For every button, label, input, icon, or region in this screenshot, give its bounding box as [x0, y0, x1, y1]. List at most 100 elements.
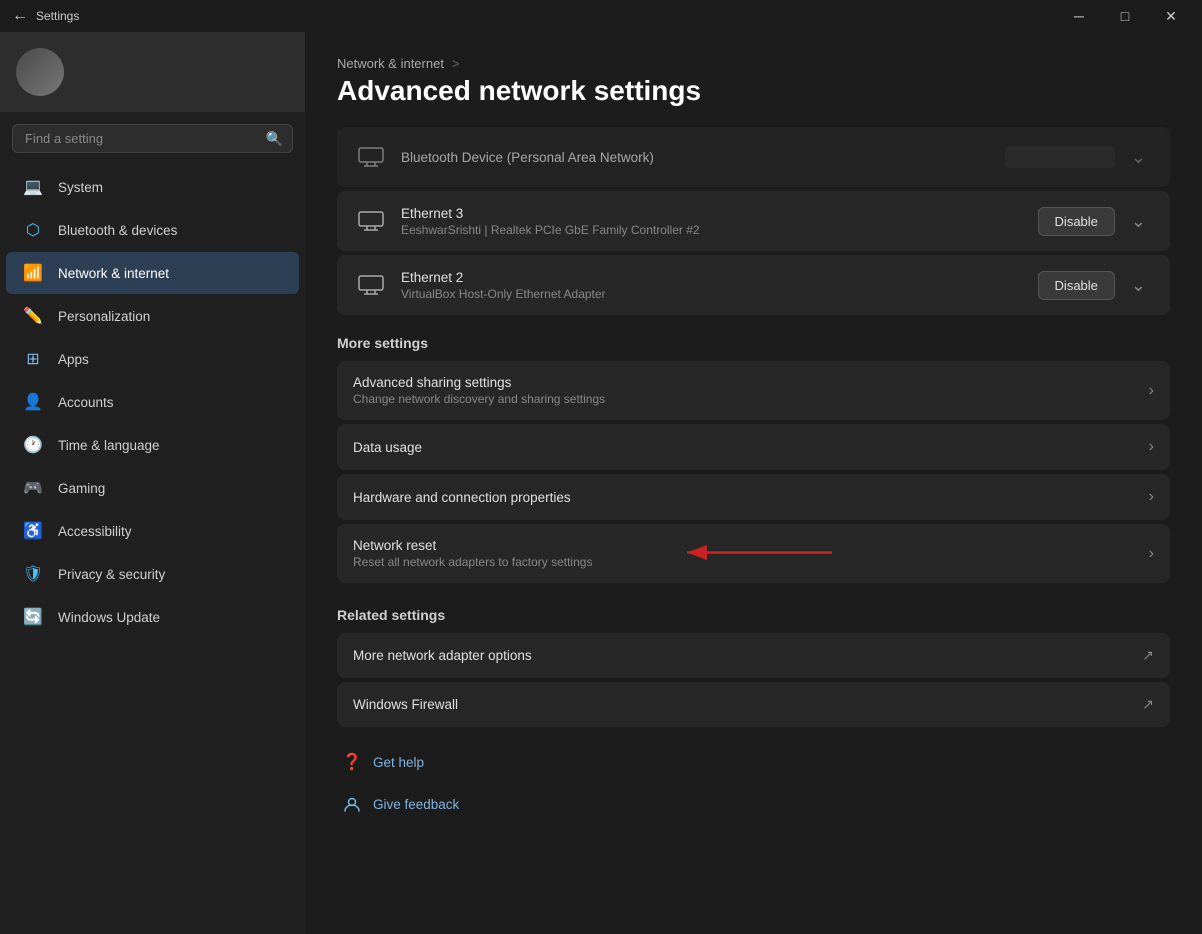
page-title: Advanced network settings — [337, 75, 1170, 107]
sidebar-item-accounts[interactable]: 👤 Accounts — [6, 381, 299, 423]
network-reset-right: › — [1149, 545, 1154, 563]
advanced-sharing-right: › — [1149, 382, 1154, 400]
ethernet2-disable-button[interactable]: Disable — [1038, 271, 1115, 300]
ethernet2-icon — [353, 267, 389, 303]
breadcrumb-separator: > — [452, 56, 460, 71]
maximize-button[interactable]: □ — [1102, 0, 1148, 32]
network-reset-subtitle: Reset all network adapters to factory se… — [353, 555, 1149, 569]
back-icon[interactable]: ← — [12, 7, 28, 25]
sidebar-item-time[interactable]: 🕐 Time & language — [6, 424, 299, 466]
bottom-links: ❓ Get help Give feedback — [337, 743, 1170, 831]
sidebar-item-system[interactable]: 💻 System — [6, 166, 299, 208]
sidebar-item-label: Network & internet — [58, 266, 169, 281]
chevron-icon: › — [1149, 382, 1154, 400]
network-reset-title: Network reset — [353, 538, 1149, 553]
ethernet2-text: Ethernet 2 VirtualBox Host-Only Ethernet… — [401, 270, 1026, 301]
ethernet2-name: Ethernet 2 — [401, 270, 1026, 285]
hardware-properties-card[interactable]: Hardware and connection properties › — [337, 474, 1170, 520]
windows-firewall-text: Windows Firewall — [353, 697, 1142, 712]
sidebar-item-gaming[interactable]: 🎮 Gaming — [6, 467, 299, 509]
give-feedback-label: Give feedback — [373, 797, 459, 812]
ethernet3-disable-button[interactable]: Disable — [1038, 207, 1115, 236]
ethernet2-expand-button[interactable]: ⌄ — [1123, 271, 1154, 300]
ethernet2-card[interactable]: Ethernet 2 VirtualBox Host-Only Ethernet… — [337, 255, 1170, 315]
expand-button[interactable]: ⌄ — [1123, 143, 1154, 172]
search-box: 🔍 — [12, 124, 293, 153]
give-feedback-icon — [341, 793, 363, 815]
sidebar: 🔍 💻 System ⬡ Bluetooth & devices 📶 Netwo… — [0, 32, 305, 934]
sidebar-item-label: System — [58, 180, 103, 195]
more-network-adapter-right: ↗ — [1142, 647, 1154, 664]
windows-firewall-title: Windows Firewall — [353, 697, 1142, 712]
ethernet3-text: Ethernet 3 EeshwarSrishti | Realtek PCIe… — [401, 206, 1026, 237]
sidebar-item-label: Time & language — [58, 438, 160, 453]
breadcrumb-parent[interactable]: Network & internet — [337, 56, 444, 71]
nav-list: 💻 System ⬡ Bluetooth & devices 📶 Network… — [0, 165, 305, 639]
sidebar-item-personalization[interactable]: ✏️ Personalization — [6, 295, 299, 337]
get-help-icon: ❓ — [341, 751, 363, 773]
sidebar-item-privacy[interactable]: 🛡 Privacy & security — [6, 553, 299, 595]
titlebar-left: ← Settings — [12, 7, 79, 25]
sidebar-item-label: Apps — [58, 352, 89, 367]
hardware-properties-right: › — [1149, 488, 1154, 506]
advanced-sharing-card[interactable]: Advanced sharing settings Change network… — [337, 361, 1170, 420]
more-network-adapter-card[interactable]: More network adapter options ↗ — [337, 633, 1170, 678]
advanced-sharing-subtitle: Change network discovery and sharing set… — [353, 392, 1149, 406]
hardware-properties-text: Hardware and connection properties — [353, 490, 1149, 505]
related-settings-heading: Related settings — [337, 607, 1170, 623]
page-header: Network & internet > Advanced network se… — [337, 32, 1170, 127]
minimize-button[interactable]: ─ — [1056, 0, 1102, 32]
personalization-icon: ✏️ — [22, 305, 44, 327]
gaming-icon: 🎮 — [22, 477, 44, 499]
profile-section — [0, 32, 305, 112]
breadcrumb: Network & internet > — [337, 56, 1170, 71]
chevron-icon: › — [1149, 545, 1154, 563]
time-icon: 🕐 — [22, 434, 44, 456]
partial-device-name: Bluetooth Device (Personal Area Network) — [401, 150, 993, 165]
accounts-icon: 👤 — [22, 391, 44, 413]
windows-firewall-card[interactable]: Windows Firewall ↗ — [337, 682, 1170, 727]
advanced-sharing-text: Advanced sharing settings Change network… — [353, 375, 1149, 406]
sidebar-item-accessibility[interactable]: ♿ Accessibility — [6, 510, 299, 552]
accessibility-icon: ♿ — [22, 520, 44, 542]
get-help-link[interactable]: ❓ Get help — [337, 743, 1170, 781]
data-usage-card[interactable]: Data usage › — [337, 424, 1170, 470]
give-feedback-link[interactable]: Give feedback — [337, 785, 1170, 823]
partial-device-text: Bluetooth Device (Personal Area Network) — [401, 150, 993, 165]
sidebar-item-label: Bluetooth & devices — [58, 223, 177, 238]
external-link-icon: ↗ — [1142, 696, 1154, 713]
partial-device-card[interactable]: Bluetooth Device (Personal Area Network)… — [337, 127, 1170, 187]
more-network-adapter-text: More network adapter options — [353, 648, 1142, 663]
ethernet3-card[interactable]: Ethernet 3 EeshwarSrishti | Realtek PCIe… — [337, 191, 1170, 251]
advanced-sharing-title: Advanced sharing settings — [353, 375, 1149, 390]
sidebar-item-update[interactable]: 🔄 Windows Update — [6, 596, 299, 638]
ethernet3-icon — [353, 203, 389, 239]
external-link-icon: ↗ — [1142, 647, 1154, 664]
more-network-adapter-title: More network adapter options — [353, 648, 1142, 663]
device-icon — [353, 139, 389, 175]
network-reset-card[interactable]: Network reset Reset all network adapters… — [337, 524, 1170, 583]
titlebar-controls: ─ □ ✕ — [1056, 0, 1194, 32]
privacy-icon: 🛡 — [22, 563, 44, 585]
close-button[interactable]: ✕ — [1148, 0, 1194, 32]
sidebar-item-label: Privacy & security — [58, 567, 165, 582]
titlebar-title: Settings — [36, 9, 79, 23]
bluetooth-icon: ⬡ — [22, 219, 44, 241]
chevron-icon: › — [1149, 438, 1154, 456]
app-container: 🔍 💻 System ⬡ Bluetooth & devices 📶 Netwo… — [0, 32, 1202, 934]
sidebar-item-label: Gaming — [58, 481, 105, 496]
data-usage-title: Data usage — [353, 440, 1149, 455]
ethernet3-expand-button[interactable]: ⌄ — [1123, 207, 1154, 236]
get-help-label: Get help — [373, 755, 424, 770]
data-usage-text: Data usage — [353, 440, 1149, 455]
sidebar-item-network[interactable]: 📶 Network & internet — [6, 252, 299, 294]
partial-device-controls: ⌄ — [1005, 143, 1154, 172]
windows-firewall-right: ↗ — [1142, 696, 1154, 713]
hardware-properties-title: Hardware and connection properties — [353, 490, 1149, 505]
apps-icon: ⊞ — [22, 348, 44, 370]
search-input[interactable] — [12, 124, 293, 153]
avatar — [16, 48, 64, 96]
sidebar-item-bluetooth[interactable]: ⬡ Bluetooth & devices — [6, 209, 299, 251]
sidebar-item-apps[interactable]: ⊞ Apps — [6, 338, 299, 380]
main-content: Network & internet > Advanced network se… — [305, 32, 1202, 934]
